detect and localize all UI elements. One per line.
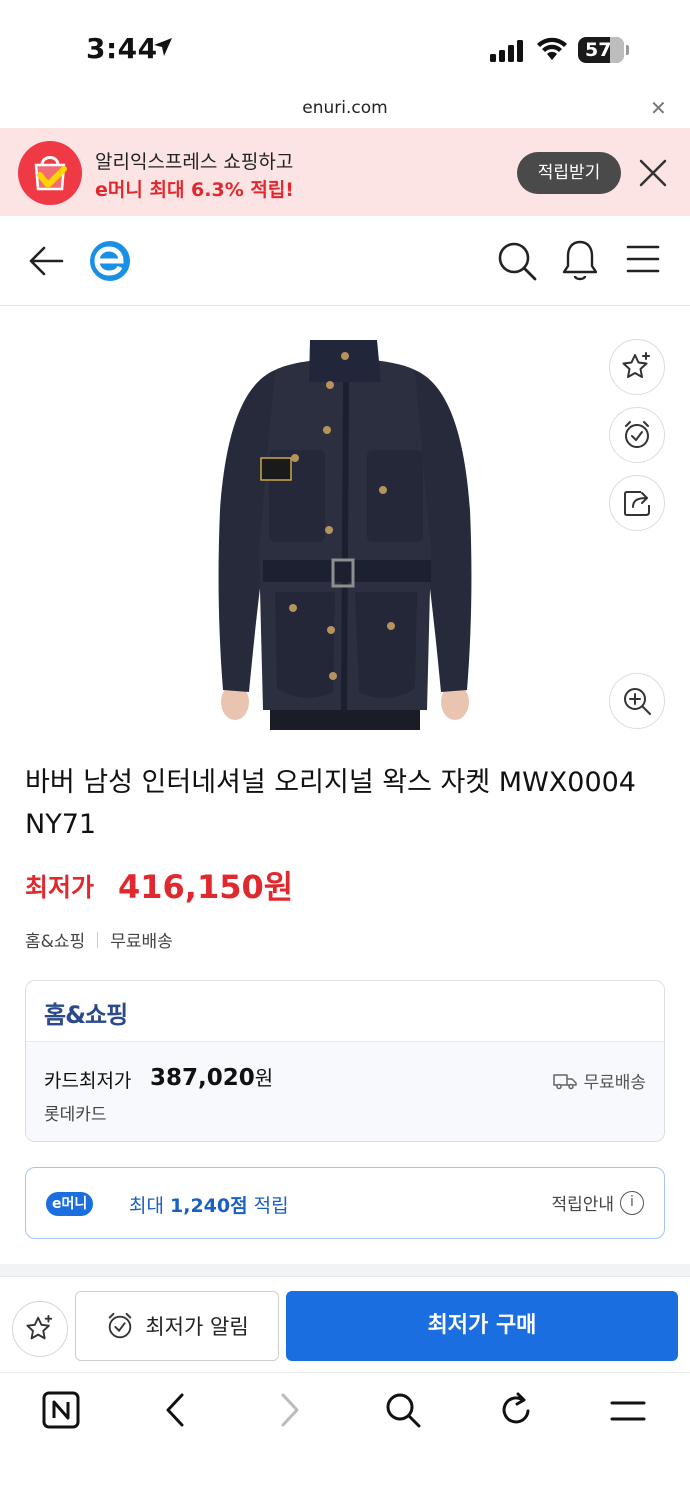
price-alert-button[interactable]: 최저가 알림 [75, 1291, 279, 1361]
forward-chevron-icon [281, 1393, 299, 1427]
browser-toolbar [0, 1372, 690, 1500]
share-icon [624, 491, 650, 516]
tag-seller: 홈&쇼핑 [25, 932, 86, 952]
card-name: 롯데카드 [44, 1105, 107, 1125]
promo-line2: e머니 최대 6.3% 적립! [95, 179, 294, 201]
emoney-box[interactable]: e머니 최대 1,240점 적립 적립안내 i [25, 1167, 665, 1239]
url-text[interactable]: enuri.com [0, 98, 690, 118]
status-time: 3:44 [86, 32, 158, 65]
shipping-text: 무료배송 [583, 1073, 646, 1093]
wifi-icon [537, 37, 567, 60]
card-price-value: 387,020원 [150, 1065, 274, 1091]
status-bar: 3:44 57 [0, 0, 690, 92]
promo-close-icon[interactable] [636, 156, 670, 190]
product-image[interactable] [205, 330, 485, 730]
info-icon: i [620, 1190, 644, 1215]
url-close-icon[interactable]: ✕ [650, 96, 667, 120]
naver-home-icon[interactable] [42, 1391, 80, 1429]
product-tags: 홈&쇼핑 무료배송 [25, 927, 173, 952]
aliexpress-bag-icon [18, 141, 82, 205]
action-bar: 최저가 알림 최저가 구매 [0, 1276, 690, 1372]
battery-level: 57 [585, 39, 612, 61]
emoney-guide-link[interactable]: 적립안내 i [551, 1190, 644, 1215]
wishlist-star-button[interactable] [609, 339, 665, 395]
location-arrow-icon [154, 38, 172, 56]
promo-banner[interactable]: 알리익스프레스 쇼핑하고 e머니 최대 6.3% 적립! 적립받기 [0, 128, 690, 216]
section-divider [0, 1264, 690, 1276]
search-icon[interactable] [496, 240, 538, 282]
star-plus-icon [622, 352, 650, 378]
price-value: 416,150원 [118, 868, 294, 906]
bell-icon[interactable] [560, 238, 600, 282]
product-title: 바버 남성 인터네셔널 오리지널 왁스 자켓 MWX0004 NY71 [25, 767, 636, 840]
zoom-in-icon [624, 688, 651, 715]
favorite-button[interactable] [12, 1301, 68, 1357]
menu-icon[interactable] [626, 244, 660, 274]
seller-card[interactable]: 홈&쇼핑 카드최저가 387,020원 롯데카드 무료배송 [25, 980, 665, 1142]
star-plus-icon [26, 1314, 53, 1340]
promo-claim-button[interactable]: 적립받기 [517, 152, 621, 194]
price-alarm-button[interactable] [609, 407, 665, 463]
toolbar-search-icon[interactable] [384, 1391, 422, 1429]
zoom-button[interactable] [609, 673, 665, 729]
price-label: 최저가 [25, 873, 95, 902]
emoney-badge: e머니 [46, 1192, 94, 1216]
seller-logo: 홈&쇼핑 [44, 1001, 128, 1029]
enuri-logo-icon[interactable] [88, 239, 132, 283]
back-chevron-icon[interactable] [160, 1391, 190, 1429]
card-price-label: 카드최저가 [44, 1070, 132, 1092]
shipping-info: 무료배송 [553, 1068, 646, 1093]
emoney-text: 최대 1,240점 적립 [129, 1195, 289, 1217]
alarm-clock-icon [625, 421, 649, 448]
promo-line1: 알리익스프레스 쇼핑하고 [95, 151, 294, 173]
signal-icon [490, 40, 523, 62]
buy-lowest-button[interactable]: 최저가 구매 [286, 1291, 678, 1361]
alarm-clock-icon [109, 1312, 132, 1339]
refresh-icon[interactable] [498, 1391, 534, 1429]
price-alert-label: 최저가 알림 [145, 1315, 249, 1339]
toolbar-menu-icon[interactable] [610, 1399, 646, 1423]
share-button[interactable] [609, 475, 665, 531]
nav-header [0, 216, 690, 306]
back-arrow-icon[interactable] [28, 242, 66, 280]
truck-icon [553, 1073, 578, 1089]
tag-shipping: 무료배송 [110, 932, 173, 952]
battery-icon: 57 [578, 37, 624, 63]
url-bar[interactable]: enuri.com ✕ [0, 92, 690, 128]
